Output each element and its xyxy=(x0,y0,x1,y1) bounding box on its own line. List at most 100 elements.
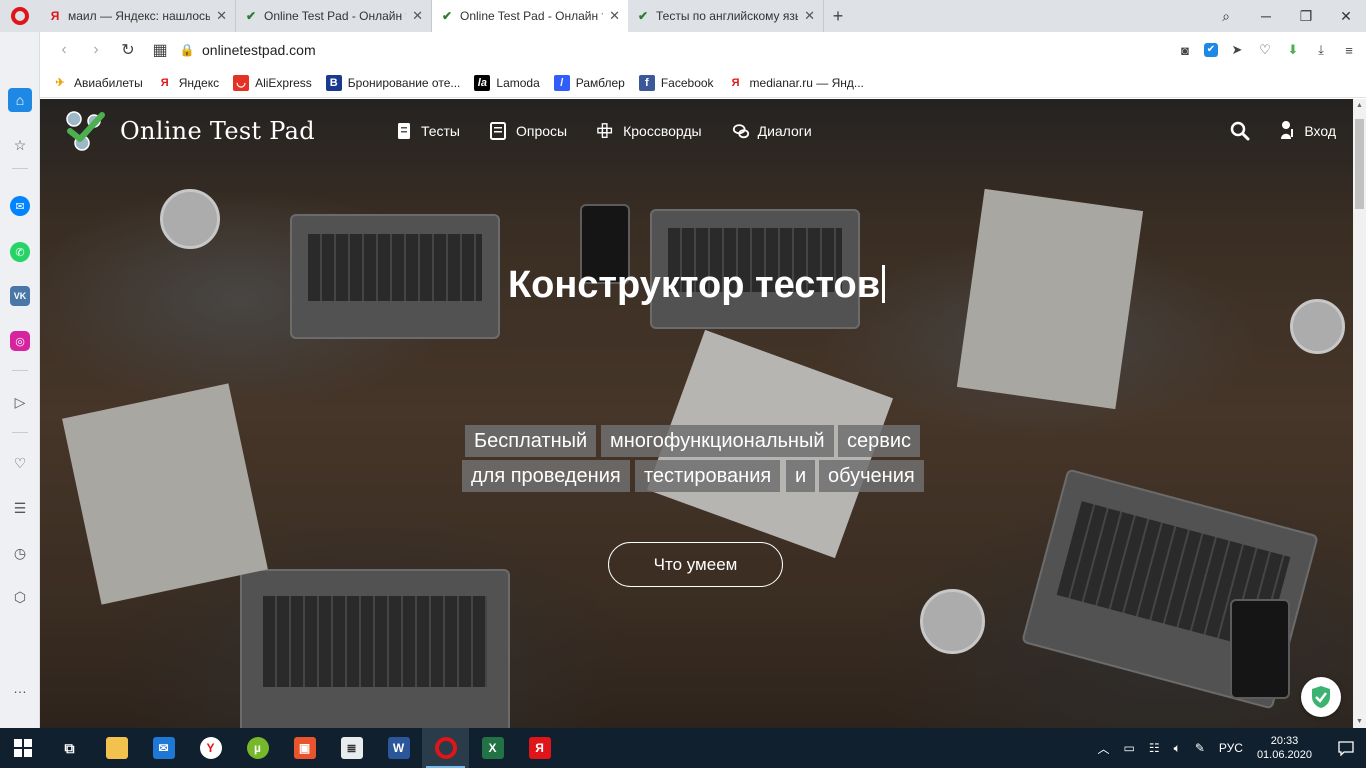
back-button[interactable]: ‹ xyxy=(48,41,80,59)
restore-button[interactable]: ❐ xyxy=(1286,8,1326,25)
taskbar-notes[interactable]: ≣ xyxy=(328,728,375,768)
messenger-icon[interactable]: ✉ xyxy=(10,196,30,216)
windows-taskbar: ⧉ ✉ Y µ ▣ ≣ W X Я ︿ ▭ ☷ 🔈︎ ✎ РУС 20:33 0… xyxy=(0,728,1366,768)
login-label: Вход xyxy=(1304,123,1336,139)
menu-tests[interactable]: Тесты xyxy=(395,122,460,140)
bookmark-medianar[interactable]: Яmedianar.ru — Янд... xyxy=(728,75,864,91)
more-icon[interactable]: … xyxy=(8,676,32,700)
taskbar-utorrent[interactable]: µ xyxy=(234,728,281,768)
bookmark-label: Авиабилеты xyxy=(74,75,143,90)
speed-dial-icon[interactable]: ▦ xyxy=(144,40,176,60)
tagline-word: тестирования xyxy=(635,460,781,492)
scroll-down-icon[interactable]: ▼ xyxy=(1353,715,1366,728)
tab-yandex-search[interactable]: Я маил — Яндекс: нашлось ✕ xyxy=(40,0,236,32)
page-scrollbar[interactable]: ▲ ▼ xyxy=(1353,99,1366,728)
easy-setup-icon[interactable]: ≡ xyxy=(1340,43,1358,58)
test-doc-icon xyxy=(395,122,413,140)
bookmark-lamoda[interactable]: la Lamoda xyxy=(474,74,540,91)
clock[interactable]: 20:33 01.06.2020 xyxy=(1257,734,1312,762)
heart-icon[interactable]: ♡ xyxy=(8,451,32,475)
news-icon[interactable]: ☰ xyxy=(8,496,32,520)
network-icon[interactable]: ☷ xyxy=(1149,741,1160,755)
home-icon[interactable]: ⌂ xyxy=(8,88,32,112)
taskbar-app-red[interactable]: ▣ xyxy=(281,728,328,768)
snapshot-icon[interactable]: ◙ xyxy=(1176,43,1194,58)
opera-sidebar: ⌂ ☆ ✉ ✆ VK ◎ ▷ ♡ ☰ ◷ ⬡ … xyxy=(0,32,40,728)
battery-icon[interactable]: ▭ xyxy=(1124,741,1135,755)
lock-icon[interactable]: 🔒 xyxy=(176,43,198,57)
start-button[interactable] xyxy=(0,728,46,768)
tab-online-test-pad-active[interactable]: ✔ Online Test Pad - Онлайн т ✕ xyxy=(432,0,628,32)
adblock-shield-icon[interactable]: ✔ xyxy=(1204,43,1218,57)
taskbar-explorer[interactable] xyxy=(93,728,140,768)
downloads-icon[interactable]: ⤓ xyxy=(1312,42,1330,58)
site-logo[interactable]: Online Test Pad xyxy=(60,107,315,155)
cup-photo xyxy=(1290,299,1345,354)
tagline-word: сервис xyxy=(838,425,921,457)
minimize-button[interactable]: ─ xyxy=(1246,8,1286,24)
task-view-icon: ⧉ xyxy=(64,739,75,756)
extensions-icon[interactable]: ⬡ xyxy=(8,585,32,609)
bookmark-booking[interactable]: B Бронирование оте... xyxy=(325,74,461,91)
logo-text: Online Test Pad xyxy=(120,117,315,145)
menu-polls[interactable]: Опросы xyxy=(489,122,567,140)
login-button[interactable]: Вход xyxy=(1280,120,1336,143)
system-tray: ︿ ▭ ☷ 🔈︎ ✎ РУС 20:33 01.06.2020 xyxy=(1098,728,1366,768)
what-we-can-button[interactable]: Что умеем xyxy=(608,542,783,587)
opera-menu-button[interactable] xyxy=(0,0,40,32)
instagram-icon[interactable]: ◎ xyxy=(10,331,30,351)
close-window-button[interactable]: ✕ xyxy=(1326,8,1366,25)
bookmark-aviabilety[interactable]: ✈ Авиабилеты xyxy=(52,75,143,91)
bookmark-facebook[interactable]: f Facebook xyxy=(638,74,714,91)
close-icon[interactable]: ✕ xyxy=(609,8,620,24)
tab-english-tests[interactable]: ✔ Тесты по английскому язы ✕ xyxy=(628,0,824,32)
hero-title: Конструктор тестов xyxy=(40,264,1353,307)
bookmark-label: Бронирование оте... xyxy=(347,75,461,90)
bookmark-aliexpress[interactable]: ◡ AliExpress xyxy=(233,74,312,91)
download-extension-icon[interactable]: ⬇ xyxy=(1284,42,1302,58)
star-icon[interactable]: ☆ xyxy=(8,133,32,157)
word-icon: W xyxy=(387,737,410,759)
task-view-button[interactable]: ⧉ xyxy=(46,728,93,768)
heart-icon[interactable]: ♡ xyxy=(1256,42,1274,58)
taskbar-opera[interactable] xyxy=(422,728,469,768)
taskbar-yandex[interactable]: Я xyxy=(516,728,563,768)
taskbar-word[interactable]: W xyxy=(375,728,422,768)
vk-icon[interactable]: VK xyxy=(10,286,30,306)
menu-dialogs[interactable]: Диалоги xyxy=(732,122,812,140)
language-indicator[interactable]: РУС xyxy=(1219,741,1243,755)
whatsapp-icon[interactable]: ✆ xyxy=(10,242,30,262)
otp-icon: ✔ xyxy=(441,9,453,23)
user-key-icon xyxy=(1280,120,1296,143)
media-app-icon: ▣ xyxy=(293,737,316,759)
close-icon[interactable]: ✕ xyxy=(412,8,423,24)
taskbar-yandex-browser[interactable]: Y xyxy=(187,728,234,768)
reload-button[interactable]: ↻ xyxy=(112,40,144,60)
new-tab-button[interactable]: + xyxy=(824,0,852,32)
tray-expand-icon[interactable]: ︿ xyxy=(1098,740,1110,757)
taskbar-mail[interactable]: ✉ xyxy=(140,728,187,768)
send-icon[interactable]: ➤ xyxy=(1228,42,1246,58)
forward-button[interactable]: › xyxy=(80,41,112,59)
bookmark-label: Facebook xyxy=(660,75,714,90)
notes-icon: ≣ xyxy=(340,737,363,759)
bookmark-rambler[interactable]: / Рамблер xyxy=(553,74,625,91)
scroll-up-icon[interactable]: ▲ xyxy=(1353,99,1366,112)
url-field[interactable]: onlinetestpad.com xyxy=(202,42,316,58)
bookmark-yandex[interactable]: Я Яндекс xyxy=(157,75,219,91)
close-icon[interactable]: ✕ xyxy=(804,8,815,24)
history-icon[interactable]: ◷ xyxy=(8,541,32,565)
protection-shield-icon[interactable] xyxy=(1301,677,1341,717)
pen-icon[interactable]: ✎ xyxy=(1195,741,1205,755)
tab-online-test-pad[interactable]: ✔ Online Test Pad - Онлайн т ✕ xyxy=(236,0,432,32)
scroll-thumb[interactable] xyxy=(1355,119,1364,209)
taskbar-excel[interactable]: X xyxy=(469,728,516,768)
search-icon[interactable] xyxy=(1230,121,1250,141)
close-icon[interactable]: ✕ xyxy=(216,8,227,24)
dialog-icon xyxy=(732,122,750,140)
volume-muted-icon[interactable]: 🔈︎ xyxy=(1174,741,1181,756)
notifications-icon[interactable] xyxy=(1326,728,1366,768)
search-tabs-icon[interactable]: ⌕ xyxy=(1206,8,1246,25)
menu-crosswords[interactable]: Кроссворды xyxy=(597,122,702,140)
send-icon[interactable]: ▷ xyxy=(8,390,32,414)
